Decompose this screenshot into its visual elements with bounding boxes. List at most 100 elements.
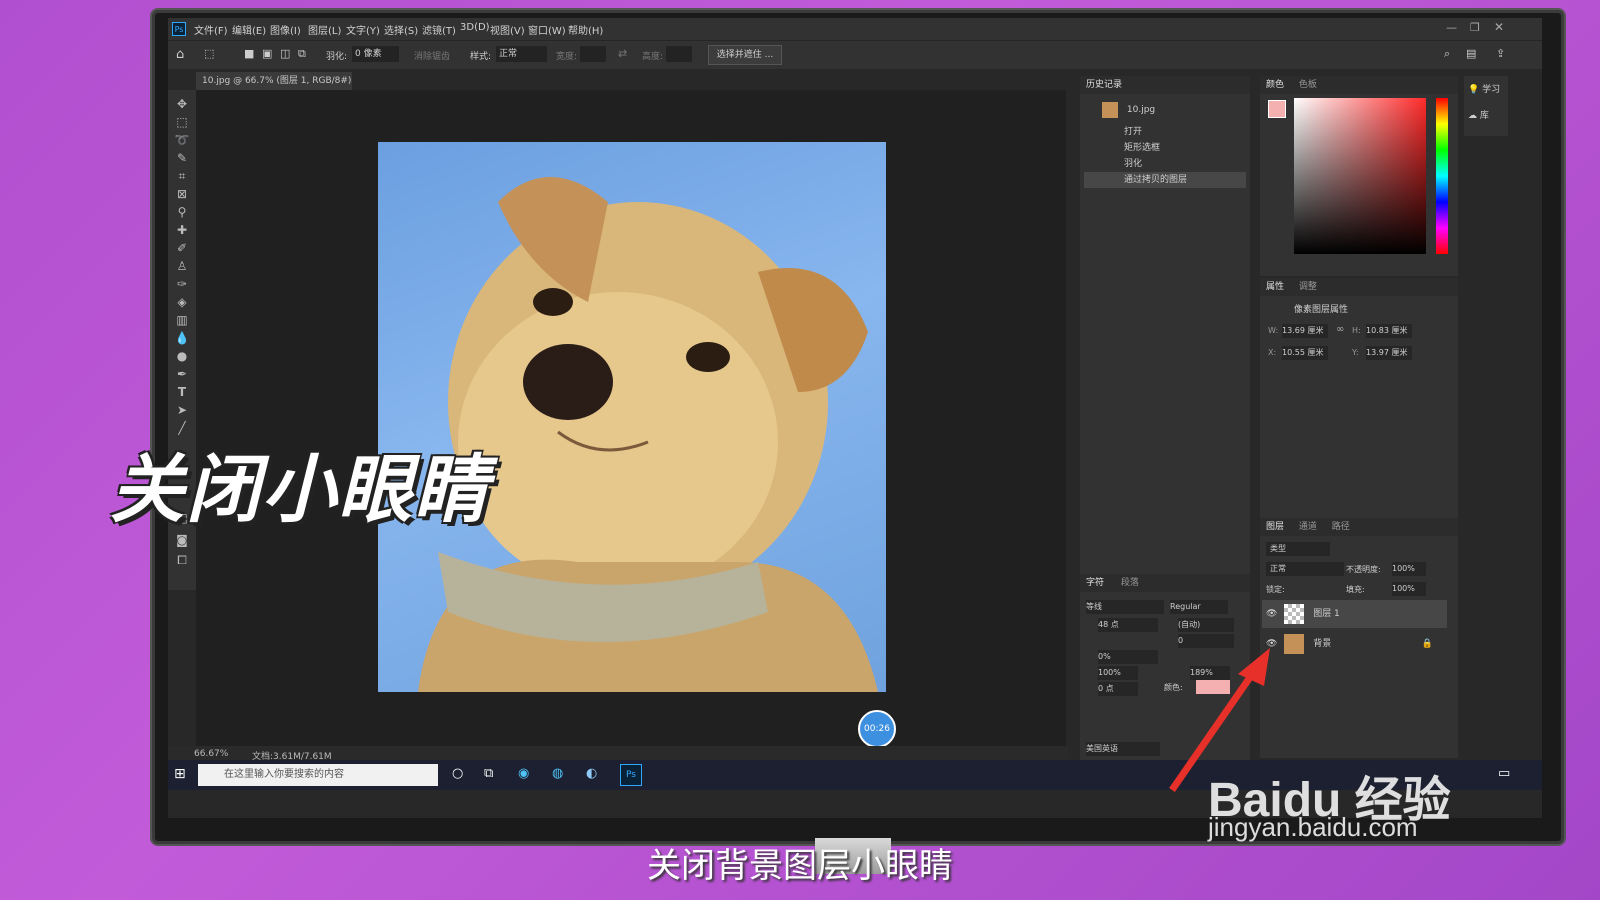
style-select[interactable]: 正常 (496, 46, 547, 62)
photoshop-taskbar-icon[interactable]: Ps (620, 764, 642, 786)
visibility-eye-icon[interactable]: 👁 (1266, 609, 1277, 619)
width-value[interactable]: 13.69 厘米 (1282, 324, 1328, 338)
task-view-icon[interactable]: ⧉ (484, 766, 493, 781)
tsume-input[interactable]: 0% (1098, 650, 1158, 664)
add-selection-icon[interactable]: ▣ (262, 47, 272, 60)
height-input[interactable] (666, 46, 692, 62)
brush-tool-icon[interactable]: ✐ (174, 240, 190, 256)
y-value[interactable]: 13.97 厘米 (1366, 346, 1412, 360)
color-picker-field[interactable] (1294, 98, 1426, 254)
width-input[interactable] (580, 46, 606, 62)
search-icon[interactable]: ⌕ (1444, 47, 1450, 61)
select-and-mask-button[interactable]: 选择并遮住 ... (708, 45, 782, 65)
dodge-tool-icon[interactable]: ● (174, 348, 190, 364)
menu-file[interactable]: 文件(F) (194, 22, 228, 37)
edge-icon[interactable]: ◉ (518, 766, 529, 781)
pen-tool-icon[interactable]: ✒ (174, 366, 190, 382)
menu-filter[interactable]: 滤镜(T) (422, 22, 456, 37)
intersect-selection-icon[interactable]: ⧉ (298, 47, 306, 61)
healing-brush-tool-icon[interactable]: ✚ (174, 222, 190, 238)
layer-row-layer1[interactable]: 👁 图层 1 (1262, 600, 1447, 628)
eraser-tool-icon[interactable]: ◈ (174, 294, 190, 310)
browser-icon[interactable]: ◍ (552, 766, 563, 781)
clone-stamp-tool-icon[interactable]: ♙ (174, 258, 190, 274)
language-select[interactable]: 美国英语 (1086, 742, 1160, 756)
menu-window[interactable]: 窗口(W) (528, 22, 566, 37)
leading-input[interactable]: (自动) (1178, 618, 1234, 632)
home-icon[interactable]: ⌂ (176, 47, 184, 62)
tab-channels[interactable]: 通道 (1299, 522, 1317, 532)
layer-filter-select[interactable]: 类型 (1266, 542, 1330, 556)
hue-slider[interactable] (1436, 98, 1448, 254)
history-item-active[interactable]: 通过拷贝的图层 (1084, 172, 1246, 188)
crop-tool-icon[interactable]: ⌗ (174, 168, 190, 184)
foreground-swatch[interactable] (1268, 100, 1286, 118)
tab-properties[interactable]: 属性 (1266, 282, 1284, 292)
tab-adjustments[interactable]: 调整 (1299, 282, 1317, 292)
history-item[interactable]: 矩形选框 (1084, 140, 1246, 156)
share-icon[interactable]: ⇪ (1496, 47, 1505, 60)
menu-layer[interactable]: 图层(L) (308, 22, 341, 37)
tab-layers[interactable]: 图层 (1266, 522, 1284, 532)
minimize-icon[interactable]: — (1446, 21, 1457, 34)
tab-character[interactable]: 字符 (1086, 578, 1104, 588)
document-image[interactable] (378, 142, 886, 692)
history-item[interactable]: 羽化 (1084, 156, 1246, 172)
menu-select[interactable]: 选择(S) (384, 22, 418, 37)
layer-row-background[interactable]: 👁 背景 🔒 (1262, 630, 1447, 658)
tab-paths[interactable]: 路径 (1332, 522, 1350, 532)
baseline-input[interactable]: 0 点 (1098, 682, 1138, 696)
tab-swatches[interactable]: 色板 (1299, 80, 1317, 90)
lasso-tool-icon[interactable]: ➰ (174, 132, 190, 148)
history-snapshot[interactable]: 10.jpg (1084, 100, 1246, 120)
opacity-input[interactable]: 100% (1392, 562, 1426, 576)
subtract-selection-icon[interactable]: ◫ (280, 47, 290, 60)
vertical-scale-input[interactable]: 100% (1098, 666, 1138, 680)
zoom-level[interactable]: 66.67% (194, 749, 228, 759)
menu-view[interactable]: 视图(V) (490, 22, 525, 37)
eyedropper-tool-icon[interactable]: ⚲ (174, 204, 190, 220)
new-selection-icon[interactable]: ■ (244, 47, 254, 60)
close-icon[interactable]: ✕ (1494, 20, 1504, 34)
rect-marquee-tool-icon[interactable]: ⬚ (174, 114, 190, 130)
menu-image[interactable]: 图像(I) (270, 22, 301, 37)
frame-tool-icon[interactable]: ⊠ (174, 186, 190, 202)
restore-icon[interactable]: ❐ (1470, 21, 1480, 34)
height-value[interactable]: 10.83 厘米 (1366, 324, 1412, 338)
font-style-select[interactable]: Regular (1170, 600, 1228, 614)
feather-input[interactable]: 0 像素 (352, 46, 399, 62)
antialias-checkbox[interactable]: 消除锯齿 (414, 49, 450, 62)
link-icon[interactable]: ∞ (1336, 324, 1344, 335)
history-brush-tool-icon[interactable]: ✑ (174, 276, 190, 292)
screen-mode-icon[interactable]: ⧠ (174, 552, 190, 568)
history-panel-title[interactable]: 历史记录 (1080, 76, 1250, 94)
learn-button[interactable]: 💡 学习 (1468, 82, 1500, 95)
gradient-tool-icon[interactable]: ▥ (174, 312, 190, 328)
path-select-tool-icon[interactable]: ➤ (174, 402, 190, 418)
font-family-select[interactable]: 等线 (1086, 600, 1164, 614)
marquee-tool-icon[interactable]: ⬚ (204, 47, 214, 60)
document-tab[interactable]: 10.jpg @ 66.7% (图层 1, RGB/8#) * × (196, 72, 352, 104)
swap-icon[interactable]: ⇄ (618, 47, 627, 60)
taskbar-search-input[interactable]: 在这里输入你要搜索的内容 (198, 764, 438, 786)
blend-mode-select[interactable]: 正常 (1266, 562, 1344, 576)
blur-tool-icon[interactable]: 💧 (174, 330, 190, 346)
notification-icon[interactable]: ▭ (1498, 766, 1510, 781)
tab-paragraph[interactable]: 段落 (1121, 578, 1139, 588)
x-value[interactable]: 10.55 厘米 (1282, 346, 1328, 360)
type-tool-icon[interactable]: T (174, 384, 190, 400)
menu-3d[interactable]: 3D(D) (460, 22, 490, 33)
library-button[interactable]: ☁ 库 (1468, 108, 1489, 121)
workspace-icon[interactable]: ▤ (1466, 47, 1476, 60)
menu-help[interactable]: 帮助(H) (568, 22, 603, 37)
move-tool-icon[interactable]: ✥ (174, 96, 190, 112)
tab-color[interactable]: 颜色 (1266, 80, 1284, 90)
menu-type[interactable]: 文字(Y) (346, 22, 380, 37)
quick-select-tool-icon[interactable]: ✎ (174, 150, 190, 166)
browser2-icon[interactable]: ◐ (586, 766, 597, 781)
windows-start-icon[interactable]: ⊞ (174, 766, 186, 782)
menu-edit[interactable]: 编辑(E) (232, 22, 266, 37)
history-item[interactable]: 打开 (1084, 124, 1246, 140)
fill-input[interactable]: 100% (1392, 582, 1426, 596)
cortana-icon[interactable]: ○ (452, 766, 463, 781)
